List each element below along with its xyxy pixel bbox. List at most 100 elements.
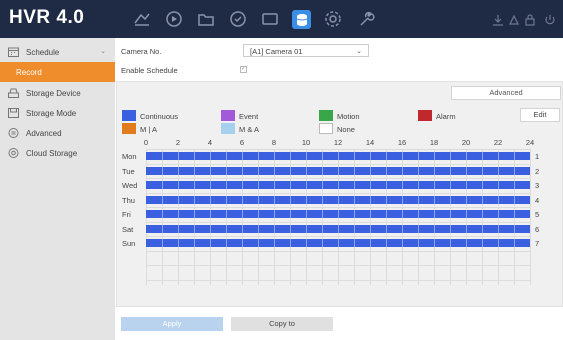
legend-swatch [319,110,333,121]
sidebar-item-label: Record [16,68,42,77]
bar-hour-divider [258,152,259,160]
schedule-grid[interactable] [146,149,531,285]
bar-hour-divider [274,210,275,218]
copy-to-button[interactable]: Copy to [231,317,333,331]
bar-hour-divider [418,166,419,175]
bar-hour-divider [386,210,387,218]
live-view-icon[interactable] [132,9,152,29]
bar-hour-divider [354,224,355,233]
bar-hour-divider [258,195,259,204]
bar-hour-divider [402,224,403,233]
bar-hour-divider [466,195,467,204]
bar-hour-divider [354,181,355,189]
bar-hour-divider [514,166,515,175]
sidebar-item-storage-device[interactable]: Storage Device [0,83,115,103]
bar-hour-divider [242,195,243,204]
file-management-icon[interactable] [196,9,216,29]
smart-analysis-icon[interactable] [228,9,248,29]
sidebar-item-advanced[interactable]: Advanced [0,123,115,143]
bar-hour-divider [178,210,179,218]
lock-icon[interactable] [524,13,536,26]
bar-hour-divider [242,224,243,233]
sidebar-item-label: Schedule [26,48,60,57]
bar-hour-divider [178,152,179,160]
advanced-button[interactable]: Advanced [451,86,561,100]
download-icon[interactable] [492,13,504,26]
sidebar-item-schedule[interactable]: Schedule ⌄ [0,42,115,62]
bar-hour-divider [354,195,355,204]
bar-hour-divider [418,152,419,160]
storage-icon[interactable] [292,10,311,29]
grid-hline [146,236,530,237]
hour-label: 8 [271,138,277,147]
bar-hour-divider [258,239,259,247]
bar-hour-divider [418,239,419,247]
bar-hour-divider [386,181,387,189]
grid-hline [146,163,530,165]
edit-button[interactable]: Edit [520,108,560,122]
bar-hour-divider [370,195,371,204]
apply-button[interactable]: Apply [121,317,223,331]
maintenance-icon[interactable] [356,9,376,29]
bar-hour-divider [466,152,467,160]
schedule-bar-wed[interactable] [146,181,530,189]
legend-label: Motion [337,112,360,121]
bar-hour-divider [434,210,435,218]
row-number: 1 [535,152,540,161]
bar-hour-divider [306,210,307,218]
bar-hour-divider [210,152,211,160]
alarm-icon[interactable] [508,13,520,25]
bar-hour-divider [322,181,323,189]
schedule-bar-sun[interactable] [146,239,530,247]
bar-hour-divider [226,195,227,204]
bar-hour-divider [194,181,195,189]
grid-hline [146,178,530,179]
enable-schedule-checkbox[interactable]: ✓ [240,66,247,73]
camera-select[interactable]: [A1] Camera 01 ⌄ [243,44,369,57]
bar-hour-divider [338,181,339,189]
schedule-bar-fri[interactable] [146,210,530,218]
settings-icon[interactable] [323,9,343,29]
bar-hour-divider [402,166,403,175]
schedule-panel: Advanced Continuous Event Motion Alarm M… [116,81,563,307]
bar-hour-divider [226,152,227,160]
sidebar-item-storage-mode[interactable]: Storage Mode [0,103,115,123]
bar-hour-divider [482,166,483,175]
legend-label: Alarm [436,112,456,121]
sidebar: Schedule ⌄ Record Storage Device Storage… [0,38,115,340]
power-icon[interactable] [544,13,556,25]
bar-hour-divider [162,166,163,175]
bar-hour-divider [466,224,467,233]
playback-icon[interactable] [164,9,184,29]
bar-hour-divider [450,224,451,233]
sidebar-item-cloud-storage[interactable]: Cloud Storage [0,143,115,163]
bar-hour-divider [274,181,275,189]
sidebar-item-label: Storage Mode [26,109,77,118]
bar-hour-divider [402,210,403,218]
main-content: Camera No. [A1] Camera 01 ⌄ Enable Sched… [115,38,563,340]
bar-hour-divider [338,224,339,233]
schedule-bar-tue[interactable] [146,166,530,175]
advanced-icon [8,128,19,138]
bar-hour-divider [322,195,323,204]
bar-hour-divider [274,195,275,204]
schedule-bar-thu[interactable] [146,195,530,204]
bar-hour-divider [402,152,403,160]
grid-hline [146,149,530,150]
hour-label: 4 [207,138,213,147]
bar-hour-divider [450,152,451,160]
bar-hour-divider [418,210,419,218]
display-icon[interactable] [260,9,280,29]
bar-hour-divider [242,239,243,247]
sidebar-item-record[interactable]: Record [0,62,115,82]
grid-hline [146,221,530,223]
bar-hour-divider [434,181,435,189]
bar-hour-divider [162,239,163,247]
schedule-bar-sat[interactable] [146,224,530,233]
row-number: 6 [535,224,540,234]
bar-hour-divider [386,166,387,175]
row-number: 4 [535,195,540,205]
schedule-bar-mon[interactable] [146,152,530,160]
bar-hour-divider [370,210,371,218]
cloud-storage-icon [8,148,19,158]
